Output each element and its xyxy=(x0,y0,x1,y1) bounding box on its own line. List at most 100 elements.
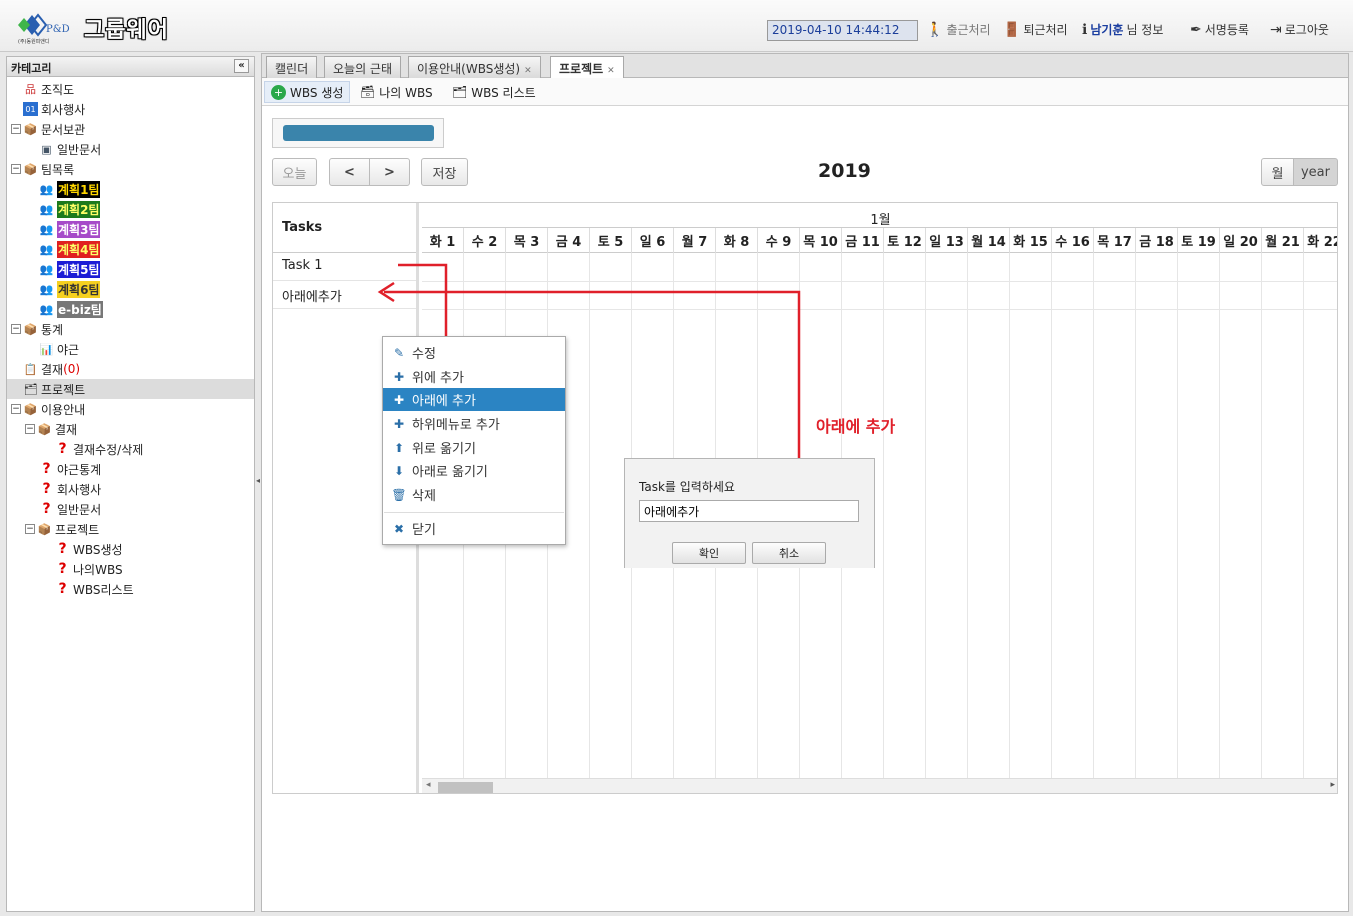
scroll-left-icon[interactable]: ◂ xyxy=(426,780,431,790)
sidebar-item-org-chart[interactable]: 品 조직도 xyxy=(23,79,74,99)
menu-separator xyxy=(384,512,564,513)
menu-item-move-up[interactable]: ⬆ 위로 옮기기 xyxy=(383,436,565,459)
collapse-sidebar-button[interactable]: « xyxy=(234,59,249,73)
menu-item-add-below[interactable]: ✚ 아래에 추가 xyxy=(383,388,565,411)
prev-button[interactable]: < xyxy=(329,158,370,186)
collapse-toggle-icon[interactable]: − xyxy=(11,164,21,174)
sidebar-item-team4[interactable]: 👥 계획4팀 xyxy=(39,239,101,259)
sidebar-item-approval[interactable]: 📋 결재 (0) xyxy=(23,359,80,379)
sidebar-item-guide-wbs-create[interactable]: ? WBS생성 xyxy=(55,539,122,559)
sidebar-item-guide-project[interactable]: − 📦 프로젝트 xyxy=(25,519,99,539)
sidebar-item-team5[interactable]: 👥 계획5팀 xyxy=(39,259,101,279)
sidebar-item-guide-events[interactable]: ? 회사행사 xyxy=(39,479,101,499)
scroll-right-icon[interactable]: ▸ xyxy=(1330,780,1335,790)
plus-icon: ✚ xyxy=(393,416,405,431)
collapse-toggle-icon[interactable]: − xyxy=(11,404,21,414)
sidebar-header: 카테고리 « xyxy=(7,57,254,77)
horizontal-scrollbar[interactable]: ◂ ▸ xyxy=(422,778,1337,793)
team-icon: 👥 xyxy=(39,222,54,236)
sidebar-item-team-list[interactable]: − 📦 팀목록 xyxy=(11,159,74,179)
menu-item-add-above[interactable]: ✚ 위에 추가 xyxy=(383,365,565,388)
checkin-link[interactable]: 🚶 출근처리 xyxy=(926,21,991,38)
logout-link[interactable]: ⇥ 로그아웃 xyxy=(1270,21,1329,38)
my-wbs-button[interactable]: 🗃 나의 WBS xyxy=(354,81,439,103)
menu-item-add-child[interactable]: ✚ 하위메뉴로 추가 xyxy=(383,412,565,435)
collapse-toggle-icon[interactable]: − xyxy=(25,424,35,434)
tab-today-attendance[interactable]: 오늘의 근태 xyxy=(324,56,402,78)
day-gridline xyxy=(1261,253,1262,793)
sidebar-item-project[interactable]: 🗂 프로젝트 xyxy=(7,379,254,399)
sidebar-item-team6[interactable]: 👥 계획6팀 xyxy=(39,279,101,299)
collapse-toggle-icon[interactable]: − xyxy=(25,524,35,534)
folder-box-icon: 📦 xyxy=(23,162,38,176)
tab-calendar[interactable]: 캘린더 xyxy=(266,56,318,78)
view-month-button[interactable]: 월 xyxy=(1261,158,1294,186)
trash-icon: 🗑 xyxy=(391,487,407,502)
scrollbar-thumb[interactable] xyxy=(438,782,493,793)
down-circle-icon: ⬇ xyxy=(393,463,405,478)
help-icon: ? xyxy=(58,441,67,457)
task-row[interactable]: Task 1 xyxy=(273,253,416,281)
sidebar-item-team1[interactable]: 👥 계획1팀 xyxy=(39,179,101,199)
help-icon: ? xyxy=(42,481,51,497)
datetime-display: 2019-04-10 14:44:12 xyxy=(767,20,918,41)
plus-icon: ✚ xyxy=(393,392,405,407)
close-tab-icon[interactable]: ✕ xyxy=(524,66,532,76)
sidebar-item-team2[interactable]: 👥 계획2팀 xyxy=(39,199,101,219)
view-year-button[interactable]: year xyxy=(1293,158,1338,186)
confirm-button[interactable]: 확인 xyxy=(672,542,746,564)
task-row[interactable]: 아래에추가 xyxy=(273,281,416,309)
day-gridline xyxy=(1051,253,1052,793)
dialog-label: Task를 입력하세요 xyxy=(639,480,735,494)
team-icon: 👥 xyxy=(39,262,54,276)
sidebar-item-guide-overtime[interactable]: ? 야근통계 xyxy=(39,459,101,479)
save-button[interactable]: 저장 xyxy=(421,158,468,186)
folder-box-icon: 📦 xyxy=(23,402,38,416)
menu-item-edit[interactable]: ✎ 수정 xyxy=(383,341,565,364)
menu-item-move-down[interactable]: ⬇ 아래로 옮기기 xyxy=(383,459,565,482)
day-cell: 화 15 xyxy=(1010,228,1052,253)
wbs-create-button[interactable]: + WBS 생성 xyxy=(264,81,351,103)
sidebar-item-guide-docs[interactable]: ? 일반문서 xyxy=(39,499,101,519)
menu-item-delete[interactable]: 🗑 삭제 xyxy=(383,483,565,506)
sidebar-item-user-guide[interactable]: − 📦 이용안내 xyxy=(11,399,85,419)
sidebar-item-team3[interactable]: 👥 계획3팀 xyxy=(39,219,101,239)
task-name-input[interactable] xyxy=(639,500,859,522)
sidebar-item-approval-edit[interactable]: ? 결재수정/삭제 xyxy=(55,439,143,459)
collapse-toggle-icon[interactable]: − xyxy=(11,324,21,334)
edit-icon: ✎ xyxy=(393,345,405,360)
project-selector[interactable] xyxy=(272,118,444,148)
today-button[interactable]: 오늘 xyxy=(272,158,317,186)
close-icon: ✖ xyxy=(393,521,405,536)
collapse-arrow-icon[interactable]: ◂ xyxy=(256,476,260,485)
sidebar-item-guide-approval[interactable]: − 📦 결재 xyxy=(25,419,77,439)
category-sidebar: 카테고리 « 品 조직도 01 회사행사 − 📦 문서보관 ▣ 일반문서 − 📦 팀목록 👥 계… xyxy=(6,56,255,912)
sidebar-item-ebiz[interactable]: 👥 e-biz팀 xyxy=(39,299,103,319)
sidebar-item-general-docs[interactable]: ▣ 일반문서 xyxy=(39,139,101,159)
day-cell: 월 7 xyxy=(674,228,716,253)
sidebar-item-company-events[interactable]: 01 회사행사 xyxy=(23,99,85,119)
sidebar-item-documents[interactable]: − 📦 문서보관 xyxy=(11,119,85,139)
svg-text:P&D: P&D xyxy=(46,24,70,35)
next-button[interactable]: > xyxy=(369,158,410,186)
folder-box-icon: 📦 xyxy=(37,422,52,436)
collapse-toggle-icon[interactable]: − xyxy=(11,124,21,134)
bar-chart-icon: 📊 xyxy=(39,342,54,356)
signature-link[interactable]: ✒ 서명등록 xyxy=(1190,21,1249,38)
wbs-list-button[interactable]: 🗂 WBS 리스트 xyxy=(446,81,542,103)
tab-guide-wbs[interactable]: 이용안내(WBS생성) ✕ xyxy=(408,56,541,78)
tab-project[interactable]: 프로젝트 ✕ xyxy=(550,56,624,79)
close-tab-icon[interactable]: ✕ xyxy=(607,66,615,76)
pen-icon: ✒ xyxy=(1190,21,1202,38)
sidebar-item-guide-wbs-list[interactable]: ? WBS리스트 xyxy=(55,579,133,599)
day-gridline xyxy=(967,253,968,793)
sidebar-item-statistics[interactable]: − 📦 통계 xyxy=(11,319,63,339)
menu-item-close[interactable]: ✖ 닫기 xyxy=(383,517,565,540)
cancel-button[interactable]: 취소 xyxy=(752,542,826,564)
checkout-link[interactable]: 🚪 퇴근처리 xyxy=(1003,21,1068,38)
document-icon: ▣ xyxy=(41,142,52,156)
user-info-link[interactable]: ℹ 남기훈 님 정보 xyxy=(1082,21,1163,38)
sidebar-item-overtime[interactable]: 📊 야근 xyxy=(39,339,79,359)
sidebar-item-guide-my-wbs[interactable]: ? 나의WBS xyxy=(55,559,122,579)
folder-box-icon: 📦 xyxy=(23,122,38,136)
